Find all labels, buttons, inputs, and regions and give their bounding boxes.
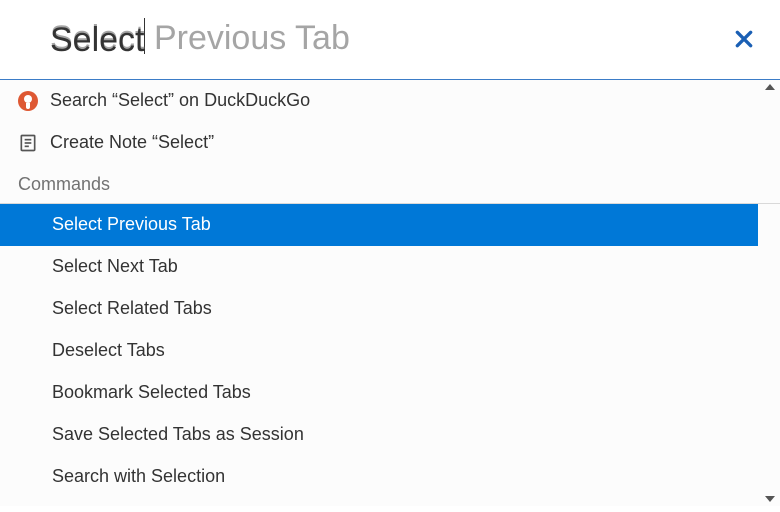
search-input[interactable]: Select Previous Tab Select (50, 18, 730, 61)
scrollbar[interactable] (760, 80, 780, 506)
command-label: Save Selected Tabs as Session (52, 424, 304, 445)
command-item[interactable]: Bookmark Selected Tabs (0, 372, 758, 414)
command-item[interactable]: Select Previous Tab (0, 204, 758, 246)
command-item[interactable]: Deselect Tabs (0, 330, 758, 372)
result-label: Search “Select” on DuckDuckGo (50, 90, 310, 111)
duckduckgo-icon (18, 91, 50, 111)
command-label: Select Previous Tab (52, 214, 211, 235)
command-label: Search with Selection (52, 466, 225, 487)
note-icon (18, 133, 50, 153)
command-item[interactable]: Select Next Tab (0, 246, 758, 288)
command-label: Select Next Tab (52, 256, 178, 277)
command-label: Deselect Tabs (52, 340, 165, 361)
scroll-up-button[interactable] (764, 80, 776, 94)
scroll-down-button[interactable] (764, 492, 776, 506)
close-button[interactable] (730, 25, 758, 53)
result-label: Create Note “Select” (50, 132, 214, 153)
command-label: Bookmark Selected Tabs (52, 382, 251, 403)
command-item[interactable]: Save Selected Tabs as Session (0, 414, 758, 456)
results-list: Search “Select” on DuckDuckGo Create Not… (0, 80, 758, 506)
quick-action-create-note[interactable]: Create Note “Select” (0, 122, 758, 164)
quick-action-search-engine[interactable]: Search “Select” on DuckDuckGo (0, 80, 758, 122)
search-bar: Select Previous Tab Select (0, 0, 780, 80)
command-item[interactable]: Search with Selection (0, 456, 758, 498)
section-header-commands: Commands (0, 164, 780, 204)
command-label: Select Related Tabs (52, 298, 212, 319)
search-typed-text: Select (50, 21, 145, 59)
command-item[interactable]: Select Related Tabs (0, 288, 758, 330)
results-area: Search “Select” on DuckDuckGo Create Not… (0, 80, 780, 506)
chevron-up-icon (764, 82, 776, 92)
chevron-down-icon (764, 494, 776, 504)
close-icon (734, 29, 754, 49)
